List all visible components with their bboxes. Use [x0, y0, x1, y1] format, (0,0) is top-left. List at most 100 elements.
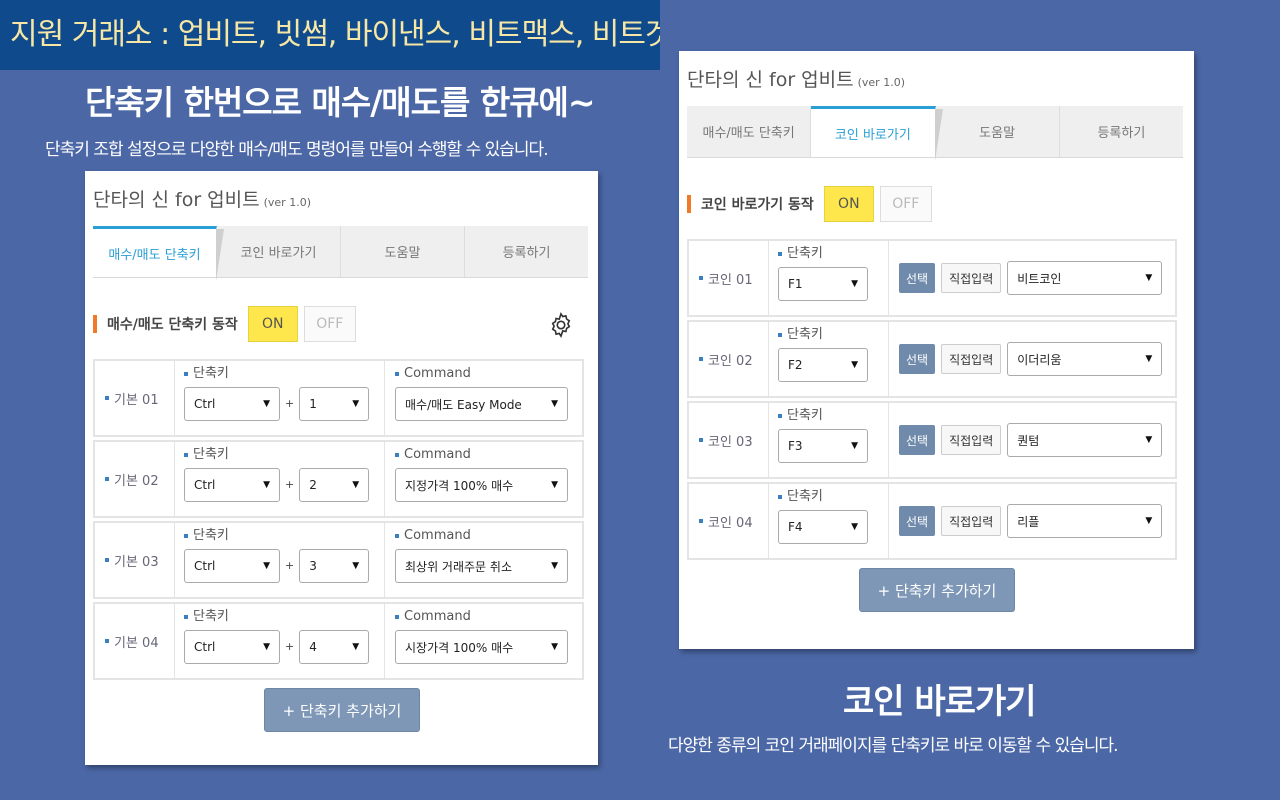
row-name-text: 코인 04: [708, 515, 753, 531]
choose-button[interactable]: 선택: [899, 344, 936, 374]
key-select[interactable]: F3 ▼: [778, 429, 868, 463]
dropdown-arrow-icon: ▼: [1145, 354, 1153, 364]
add-hotkey-button[interactable]: + 단축키 추가하기: [859, 568, 1015, 612]
row-name: 기본 01: [95, 361, 175, 435]
hotkey-cell: 단축키 F1 ▼: [769, 241, 889, 315]
row-name-text: 기본 04: [114, 635, 159, 651]
coin-cell: 선택 직접입력 리플 ▼: [889, 484, 1163, 558]
key-select[interactable]: 3 ▼: [299, 549, 370, 583]
key-select[interactable]: 1 ▼: [299, 387, 370, 421]
tab-help[interactable]: 도움말: [341, 226, 465, 277]
dropdown-arrow-icon: ▼: [551, 561, 558, 571]
bullet: [395, 614, 399, 619]
on-button[interactable]: ON: [247, 306, 298, 342]
command-select[interactable]: 매수/매도 Easy Mode ▼: [395, 387, 568, 421]
hotkey-label: 단축키: [184, 446, 384, 468]
coin-select[interactable]: 퀀텀 ▼: [1007, 423, 1163, 457]
modifier-select[interactable]: Ctrl ▼: [184, 549, 280, 583]
coin-shortcut-panel: 단타의 신 for 업비트 (ver 1.0) 매수/매도 단축키 코인 바로가기…: [679, 51, 1194, 649]
dropdown-arrow-icon: ▼: [551, 399, 558, 409]
coin-toggle-row: 코인 바로가기 동작 ON OFF: [687, 186, 932, 222]
tab-trade-hotkeys[interactable]: 매수/매도 단축키: [93, 226, 224, 281]
gear-icon[interactable]: [547, 311, 575, 339]
choose-button[interactable]: 선택: [899, 263, 936, 293]
coin-row: 코인 02 단축키 F2 ▼ 선택 직접입력 이더리움 ▼: [687, 320, 1177, 398]
dropdown-arrow-icon: ▼: [1145, 516, 1153, 526]
dropdown-arrow-icon: ▼: [551, 480, 558, 490]
plus-sign: +: [285, 397, 295, 410]
direct-input-button[interactable]: 직접입력: [941, 425, 1002, 455]
direct-input-button[interactable]: 직접입력: [941, 344, 1002, 374]
tab-register[interactable]: 등록하기: [1060, 106, 1183, 157]
modifier-value: Ctrl: [194, 640, 216, 654]
modifier-value: Ctrl: [194, 478, 216, 492]
choose-button[interactable]: 선택: [899, 425, 936, 455]
modifier-select[interactable]: Ctrl ▼: [184, 630, 280, 664]
coin-select[interactable]: 리플 ▼: [1007, 504, 1163, 538]
hotkey-label: 단축키: [184, 365, 384, 387]
key-value: F4: [788, 520, 803, 534]
hotkey-label-text: 단축키: [193, 528, 229, 543]
hotkey-cell: 단축키 Ctrl ▼ +3 ▼: [175, 523, 385, 597]
row-name: 코인 02: [689, 322, 769, 396]
coin-row: 코인 01 단축키 F1 ▼ 선택 직접입력 비트코인 ▼: [687, 239, 1177, 317]
tab-register[interactable]: 등록하기: [465, 226, 588, 277]
choose-button[interactable]: 선택: [899, 506, 936, 536]
panel-title-text: 단타의 신 for 업비트: [93, 189, 260, 211]
dropdown-arrow-icon: ▼: [352, 642, 360, 652]
key-select[interactable]: 4 ▼: [299, 630, 370, 664]
hotkey-label-text: 단축키: [787, 408, 823, 423]
off-button[interactable]: OFF: [879, 186, 932, 222]
command-select[interactable]: 지정가격 100% 매수 ▼: [395, 468, 568, 502]
hotkey-row: 기본 03 단축키 Ctrl ▼ +3 ▼ Command 최상위 거래주문 취소 ▼: [93, 521, 584, 599]
command-select[interactable]: 시장가격 100% 매수 ▼: [395, 630, 568, 664]
hotkey-label-text: 단축키: [193, 609, 229, 624]
coin-select[interactable]: 이더리움 ▼: [1007, 342, 1163, 376]
bullet: [778, 413, 782, 418]
hotkey-label-text: 단축키: [193, 447, 229, 462]
off-button[interactable]: OFF: [303, 306, 356, 342]
dropdown-arrow-icon: ▼: [263, 480, 270, 490]
command-label-text: Command: [404, 528, 471, 543]
bullet: [699, 276, 703, 280]
dropdown-arrow-icon: ▼: [851, 522, 858, 532]
on-button[interactable]: ON: [823, 186, 874, 222]
tab-coin-shortcut[interactable]: 코인 바로가기: [217, 226, 341, 277]
hotkey-cell: 단축키 Ctrl ▼ +2 ▼: [175, 442, 385, 516]
dropdown-arrow-icon: ▼: [352, 399, 360, 409]
dropdown-arrow-icon: ▼: [851, 279, 858, 289]
hotkey-row: 기본 04 단축키 Ctrl ▼ +4 ▼ Command 시장가격 100% 매수 ▼: [93, 602, 584, 680]
add-hotkey-button[interactable]: + 단축키 추가하기: [264, 688, 420, 732]
direct-input-button[interactable]: 직접입력: [941, 506, 1002, 536]
row-name-text: 코인 02: [708, 353, 753, 369]
coin-cell: 선택 직접입력 퀀텀 ▼: [889, 403, 1163, 477]
hotkey-label: 단축키: [184, 527, 384, 549]
dropdown-arrow-icon: ▼: [1145, 273, 1153, 283]
key-select[interactable]: 2 ▼: [299, 468, 370, 502]
trade-toggle-row: 매수/매도 단축키 동작 ON OFF: [93, 306, 356, 342]
hotkey-label-text: 단축키: [193, 366, 229, 381]
exchange-banner: 지원 거래소 : 업비트, 빗썸, 바이낸스, 비트맥스, 비트겟: [0, 0, 660, 70]
coin-select[interactable]: 비트코인 ▼: [1007, 261, 1163, 295]
hotkey-row: 기본 02 단축키 Ctrl ▼ +2 ▼ Command 지정가격 100% 매수 ▼: [93, 440, 584, 518]
hotkey-cell: 단축키 F3 ▼: [769, 403, 889, 477]
modifier-select[interactable]: Ctrl ▼: [184, 468, 280, 502]
key-select[interactable]: F4 ▼: [778, 510, 868, 544]
command-select[interactable]: 최상위 거래주문 취소 ▼: [395, 549, 568, 583]
command-label-text: Command: [404, 609, 471, 624]
tab-coin-shortcut[interactable]: 코인 바로가기: [811, 106, 943, 161]
bullet: [778, 494, 782, 499]
hotkey-label: 단축키: [184, 608, 384, 630]
direct-input-button[interactable]: 직접입력: [941, 263, 1002, 293]
trade-toggle-label: 매수/매도 단축키 동작: [107, 317, 238, 333]
key-value: F1: [788, 277, 803, 291]
key-select[interactable]: F2 ▼: [778, 348, 868, 382]
tab-help[interactable]: 도움말: [936, 106, 1060, 157]
command-cell: Command 최상위 거래주문 취소 ▼: [385, 523, 568, 597]
bullet: [699, 438, 703, 442]
left-subline: 단축키 조합 설정으로 다양한 매수/매도 명령어를 만들어 수행할 수 있습니…: [45, 140, 549, 160]
modifier-select[interactable]: Ctrl ▼: [184, 387, 280, 421]
key-select[interactable]: F1 ▼: [778, 267, 868, 301]
hotkey-label: 단축키: [778, 326, 888, 348]
tab-trade-hotkeys[interactable]: 매수/매도 단축키: [687, 106, 812, 157]
